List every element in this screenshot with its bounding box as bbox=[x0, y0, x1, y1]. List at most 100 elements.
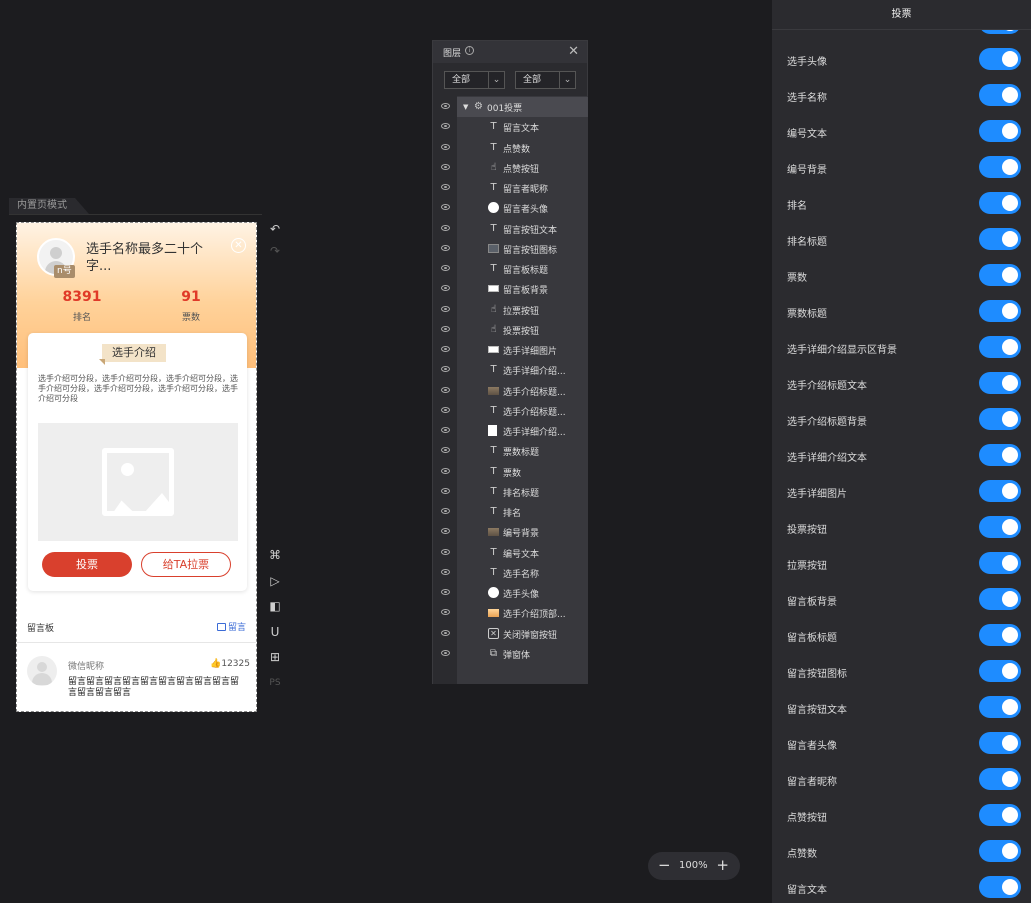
eye-icon[interactable] bbox=[441, 184, 450, 190]
command-icon[interactable]: ⌘ bbox=[267, 547, 283, 563]
eye-icon[interactable] bbox=[441, 528, 450, 535]
layer-row[interactable]: 选手介绍顶部... bbox=[433, 603, 588, 623]
eye-icon[interactable] bbox=[441, 548, 450, 555]
visibility-toggle[interactable] bbox=[979, 156, 1021, 178]
visibility-toggle[interactable] bbox=[979, 336, 1021, 358]
layer-row[interactable]: 选手详细图片 bbox=[433, 340, 588, 360]
layer-group-root[interactable]: ▼ ⚙ 001投票 bbox=[457, 97, 588, 117]
ps-button[interactable]: PS bbox=[267, 675, 283, 691]
eye-icon[interactable] bbox=[441, 609, 450, 616]
visibility-toggle[interactable] bbox=[979, 516, 1021, 538]
layer-row[interactable]: T 排名标题 bbox=[433, 482, 588, 502]
layer-row[interactable]: 留言者头像 bbox=[433, 198, 588, 218]
pull-vote-button[interactable]: 给TA拉票 bbox=[141, 552, 231, 577]
eye-icon[interactable] bbox=[441, 508, 450, 514]
eye-icon[interactable] bbox=[441, 244, 450, 251]
layer-row[interactable]: 选手详细介绍... bbox=[433, 421, 588, 441]
eye-icon[interactable] bbox=[441, 265, 450, 271]
eye-icon[interactable] bbox=[441, 589, 450, 595]
eye-icon[interactable] bbox=[441, 103, 450, 109]
visibility-toggle[interactable] bbox=[979, 84, 1021, 106]
eye-icon[interactable] bbox=[441, 366, 450, 373]
eye-icon[interactable] bbox=[441, 649, 450, 656]
layer-row[interactable]: T 编号文本 bbox=[433, 543, 588, 563]
visibility-toggle[interactable] bbox=[979, 120, 1021, 142]
layer-row[interactable]: ⧉ 弹窗体 bbox=[433, 644, 588, 664]
visibility-toggle[interactable] bbox=[979, 660, 1021, 682]
layer-row[interactable]: T 留言文本 bbox=[433, 117, 588, 137]
visibility-toggle[interactable] bbox=[979, 804, 1021, 826]
close-icon[interactable]: ✕ bbox=[231, 238, 246, 253]
layer-row[interactable]: 留言板背景 bbox=[433, 279, 588, 299]
eye-icon[interactable] bbox=[441, 629, 450, 636]
eye-icon[interactable] bbox=[441, 143, 450, 150]
layer-row[interactable]: T 排名 bbox=[433, 502, 588, 522]
layer-row[interactable]: T 留言者昵称 bbox=[433, 178, 588, 198]
eye-icon[interactable] bbox=[441, 386, 450, 393]
eye-icon[interactable] bbox=[441, 568, 450, 575]
layer-row[interactable]: T 选手介绍标题... bbox=[433, 401, 588, 421]
eye-icon[interactable] bbox=[441, 305, 450, 312]
layer-filter-select-2[interactable]: 全部 ⌄ bbox=[515, 71, 576, 89]
eye-icon[interactable] bbox=[441, 447, 450, 454]
layer-row[interactable]: 编号背景 bbox=[433, 522, 588, 542]
layer-filter-select-1[interactable]: 全部 ⌄ bbox=[444, 71, 505, 89]
play-icon[interactable]: ▷ bbox=[267, 573, 283, 589]
zoom-in-button[interactable]: + bbox=[716, 856, 729, 874]
layer-row[interactable]: T 留言按钮文本 bbox=[433, 219, 588, 239]
visibility-toggle[interactable] bbox=[979, 768, 1021, 790]
eye-icon[interactable] bbox=[441, 285, 450, 292]
visibility-toggle[interactable] bbox=[979, 300, 1021, 322]
visibility-toggle[interactable] bbox=[979, 192, 1021, 214]
visibility-toggle[interactable] bbox=[979, 480, 1021, 502]
layer-row[interactable]: 选手头像 bbox=[433, 583, 588, 603]
layer-row[interactable]: 留言按钮图标 bbox=[433, 239, 588, 259]
eye-icon[interactable] bbox=[441, 467, 450, 474]
visibility-toggle[interactable] bbox=[979, 840, 1021, 862]
undo-icon[interactable]: ↶ bbox=[267, 221, 283, 237]
layer-row[interactable]: T 选手详细介绍... bbox=[433, 360, 588, 380]
eye-icon[interactable] bbox=[441, 224, 450, 231]
redo-icon[interactable]: ↷ bbox=[267, 243, 283, 259]
caret-down-icon[interactable]: ▼ bbox=[463, 103, 468, 111]
magnet-icon[interactable]: U bbox=[267, 624, 283, 640]
visibility-toggle[interactable] bbox=[979, 624, 1021, 646]
layer-row[interactable]: T 点赞数 bbox=[433, 138, 588, 158]
like-button[interactable]: 👍12325 bbox=[210, 659, 250, 669]
layer-row[interactable]: T 票数标题 bbox=[433, 441, 588, 461]
eye-icon[interactable] bbox=[441, 427, 450, 433]
layer-row[interactable]: ☝ 投票按钮 bbox=[433, 320, 588, 340]
vote-button[interactable]: 投票 bbox=[42, 552, 132, 577]
visibility-toggle[interactable] bbox=[979, 732, 1021, 754]
close-icon[interactable]: ✕ bbox=[568, 44, 579, 59]
visibility-toggle[interactable] bbox=[979, 588, 1021, 610]
visibility-toggle[interactable] bbox=[979, 876, 1021, 898]
layer-row[interactable]: ✕ 关闭弹窗按钮 bbox=[433, 624, 588, 644]
layer-row[interactable]: T 留言板标题 bbox=[433, 259, 588, 279]
layer-row[interactable]: ☝ 拉票按钮 bbox=[433, 300, 588, 320]
visibility-toggle[interactable] bbox=[979, 372, 1021, 394]
eye-icon[interactable] bbox=[441, 163, 450, 170]
layer-row[interactable]: T 票数 bbox=[433, 462, 588, 482]
layer-row[interactable]: 选手介绍标题... bbox=[433, 381, 588, 401]
eye-icon[interactable] bbox=[441, 325, 450, 332]
zoom-out-button[interactable]: − bbox=[658, 856, 671, 874]
eye-icon[interactable] bbox=[441, 406, 450, 413]
eye-icon[interactable] bbox=[441, 204, 450, 211]
visibility-toggle[interactable] bbox=[979, 444, 1021, 466]
visibility-toggle[interactable] bbox=[979, 552, 1021, 574]
eye-icon[interactable] bbox=[441, 346, 450, 352]
info-icon[interactable]: i bbox=[465, 46, 474, 55]
visibility-toggle[interactable] bbox=[979, 264, 1021, 286]
phone-preview[interactable]: n号 选手名称最多二十个字... ✕ 8391 排名 91 票数 选手介绍 选手… bbox=[16, 222, 257, 712]
layer-row[interactable]: T 选手名称 bbox=[433, 563, 588, 583]
leave-message-button[interactable]: 留言 bbox=[216, 620, 246, 633]
eye-icon[interactable] bbox=[441, 123, 450, 130]
grid-icon[interactable]: ⊞ bbox=[267, 649, 283, 665]
visibility-toggle[interactable] bbox=[979, 228, 1021, 250]
layer-row[interactable]: ☝ 点赞按钮 bbox=[433, 158, 588, 178]
format-painter-icon[interactable]: ◧ bbox=[267, 598, 283, 614]
visibility-toggle[interactable] bbox=[979, 696, 1021, 718]
eye-icon[interactable] bbox=[441, 487, 450, 494]
visibility-toggle[interactable] bbox=[979, 408, 1021, 430]
